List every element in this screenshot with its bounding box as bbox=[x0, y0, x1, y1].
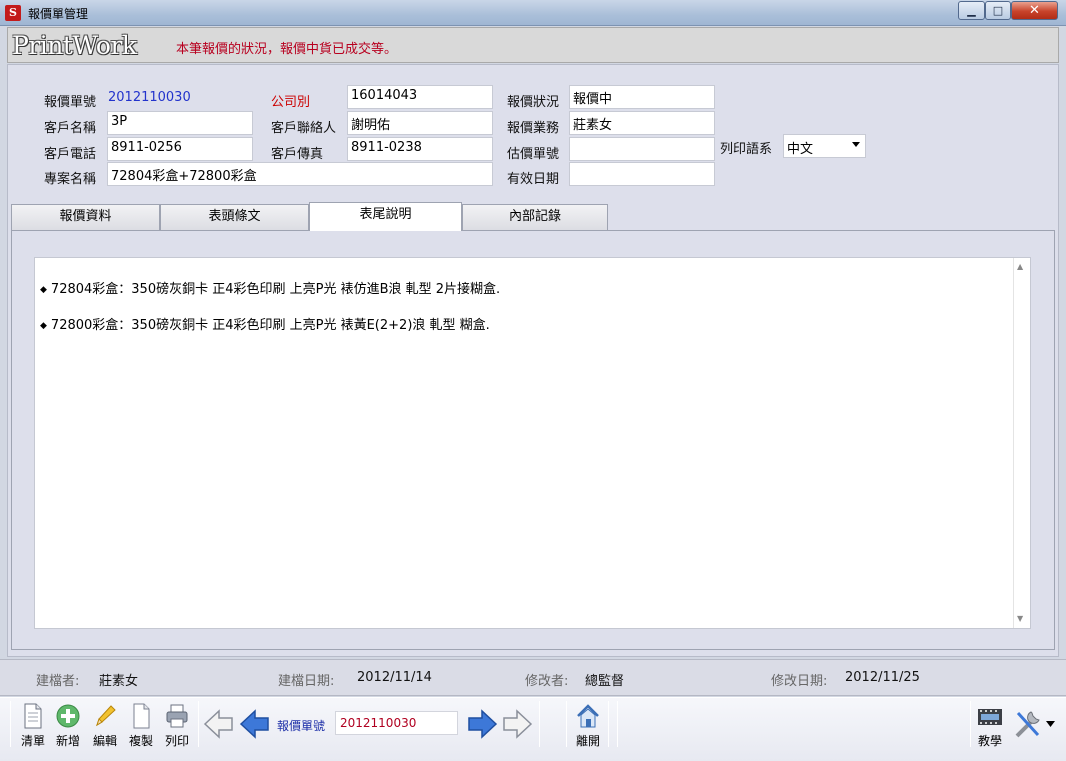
printwork-logo: PrintWork bbox=[12, 31, 137, 60]
estimate-no-field[interactable] bbox=[569, 137, 715, 161]
created-date-value: 2012/11/14 bbox=[357, 670, 432, 685]
phone-field[interactable]: 8911-0256 bbox=[107, 137, 253, 161]
film-icon bbox=[978, 709, 1002, 725]
modifier-value: 總監督 bbox=[585, 674, 625, 689]
memo-line: ◆ 72804彩盒：350磅灰銅卡 正4彩色印刷 上亮P光 裱仿進B浪 軋型 2片… bbox=[40, 278, 500, 297]
list-button[interactable]: 清單 bbox=[16, 701, 50, 749]
list-icon bbox=[24, 703, 42, 729]
printer-icon bbox=[166, 704, 188, 728]
window-title: 報價單管理 bbox=[28, 7, 89, 21]
fax-label: 客戶傳真 bbox=[271, 147, 324, 162]
estimate-no-label: 估價單號 bbox=[507, 147, 560, 162]
copy-label: 複製 bbox=[128, 734, 153, 748]
maximize-button[interactable]: □ bbox=[985, 1, 1011, 20]
scroll-up-icon[interactable]: ▲ bbox=[1017, 262, 1023, 271]
quote-status-field[interactable]: 報價中 bbox=[569, 85, 715, 109]
toolbar-separator bbox=[566, 701, 567, 747]
fax-field[interactable]: 8911-0238 bbox=[347, 137, 493, 161]
quote-no-value: 2012110030 bbox=[108, 90, 191, 105]
tools-icon[interactable] bbox=[1013, 708, 1043, 740]
quote-status-label: 報價狀況 bbox=[507, 95, 560, 110]
app-logo-icon[interactable]: S bbox=[5, 5, 21, 21]
tutorial-label: 教學 bbox=[977, 734, 1002, 748]
first-record-icon[interactable] bbox=[203, 709, 235, 739]
company-field[interactable]: 16014043 bbox=[347, 85, 493, 109]
list-label: 清單 bbox=[20, 734, 45, 748]
memo-line: ◆ 72800彩盒：350磅灰銅卡 正4彩色印刷 上亮P光 裱黃E(2+2)浪 軋… bbox=[40, 314, 490, 333]
toolbar-separator bbox=[617, 701, 618, 747]
chevron-down-icon[interactable] bbox=[1046, 721, 1055, 727]
nav-record-label: 報價單號 bbox=[277, 719, 326, 733]
add-label: 新增 bbox=[55, 734, 80, 748]
banner bbox=[7, 27, 1059, 63]
tab-footer-notes[interactable]: 表尾說明 bbox=[309, 202, 462, 231]
valid-date-field[interactable] bbox=[569, 162, 715, 186]
chevron-down-icon[interactable] bbox=[852, 142, 860, 147]
add-button[interactable]: 新增 bbox=[51, 701, 85, 749]
valid-date-label: 有效日期 bbox=[507, 172, 560, 187]
status-message: 本筆報價的狀況，報價中貨已成交等。 bbox=[176, 42, 398, 57]
contact-label: 客戶聯絡人 bbox=[271, 121, 337, 136]
scroll-down-icon[interactable]: ▼ bbox=[1017, 614, 1023, 623]
footer-notes-textarea[interactable] bbox=[34, 257, 1031, 629]
toolbar-separator bbox=[539, 701, 540, 747]
quote-no-label: 報價單號 bbox=[44, 95, 97, 110]
title-bar[interactable] bbox=[0, 0, 1066, 26]
project-field[interactable]: 72804彩盒+72800彩盒 bbox=[107, 162, 493, 186]
tab-quote-data[interactable]: 報價資料 bbox=[11, 204, 160, 230]
print-lang-label: 列印語系 bbox=[720, 142, 773, 157]
memo-line-text: 72804彩盒：350磅灰銅卡 正4彩色印刷 上亮P光 裱仿進B浪 軋型 2片接… bbox=[50, 282, 501, 297]
exit-button[interactable]: 離開 bbox=[571, 701, 605, 749]
previous-record-icon[interactable] bbox=[239, 709, 271, 739]
copy-icon bbox=[133, 703, 150, 729]
sales-field[interactable]: 莊素女 bbox=[569, 111, 715, 135]
modifier-label: 修改者: bbox=[525, 674, 569, 689]
last-record-icon[interactable] bbox=[501, 709, 533, 739]
creator-value: 莊素女 bbox=[99, 674, 139, 689]
customer-name-label: 客戶名稱 bbox=[44, 121, 97, 136]
created-date-label: 建檔日期: bbox=[278, 674, 335, 689]
modified-date-label: 修改日期: bbox=[771, 674, 828, 689]
print-button[interactable]: 列印 bbox=[160, 701, 194, 749]
toolbar-separator bbox=[198, 701, 199, 747]
project-label: 專案名稱 bbox=[44, 172, 97, 187]
contact-field[interactable]: 謝明佑 bbox=[347, 111, 493, 135]
exit-label: 離開 bbox=[575, 734, 600, 748]
sales-label: 報價業務 bbox=[507, 121, 560, 136]
memo-scrollbar[interactable] bbox=[1013, 258, 1030, 628]
plus-icon bbox=[56, 704, 80, 728]
close-button[interactable]: ✕ bbox=[1011, 1, 1058, 20]
toolbar-separator bbox=[608, 701, 609, 747]
phone-label: 客戶電話 bbox=[44, 147, 97, 162]
toolbar-separator bbox=[970, 701, 971, 747]
copy-button[interactable]: 複製 bbox=[124, 701, 158, 749]
toolbar-separator bbox=[10, 701, 11, 747]
next-record-icon[interactable] bbox=[466, 709, 498, 739]
tab-internal-records[interactable]: 內部記錄 bbox=[462, 204, 608, 230]
print-label: 列印 bbox=[164, 734, 189, 748]
creator-label: 建檔者: bbox=[36, 674, 80, 689]
nav-record-input[interactable]: 2012110030 bbox=[335, 711, 458, 735]
modified-date-value: 2012/11/25 bbox=[845, 670, 920, 685]
tab-header-terms[interactable]: 表頭條文 bbox=[160, 204, 309, 230]
memo-line-text: 72800彩盒：350磅灰銅卡 正4彩色印刷 上亮P光 裱黃E(2+2)浪 軋型… bbox=[50, 318, 490, 333]
tutorial-button[interactable]: 教學 bbox=[973, 701, 1007, 749]
pencil-icon bbox=[96, 705, 116, 727]
home-icon bbox=[577, 704, 599, 728]
customer-name-field[interactable]: 3P bbox=[107, 111, 253, 135]
edit-button[interactable]: 編輯 bbox=[88, 701, 122, 749]
bullet-icon: ◆ bbox=[40, 285, 47, 295]
edit-label: 編輯 bbox=[92, 734, 117, 748]
minimize-button[interactable]: ▁ bbox=[958, 1, 985, 20]
company-label[interactable]: 公司別 bbox=[271, 91, 310, 110]
bullet-icon: ◆ bbox=[40, 321, 47, 331]
